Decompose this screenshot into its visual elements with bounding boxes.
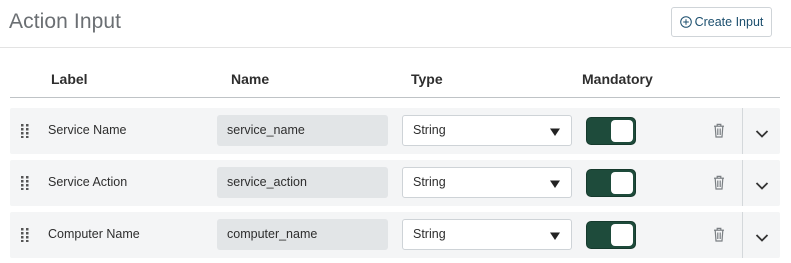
name-field[interactable]: service_name (217, 115, 388, 146)
table-row: Computer Name computer_name String (10, 212, 780, 258)
drag-handle-icon[interactable] (21, 176, 29, 190)
name-field[interactable]: service_action (217, 167, 388, 198)
table-row: Service Name service_name String (10, 108, 780, 154)
mandatory-toggle[interactable] (586, 117, 636, 145)
type-select-value: String (413, 123, 446, 137)
toggle-knob (611, 224, 633, 246)
row-divider (742, 108, 743, 154)
trash-icon[interactable] (713, 123, 725, 138)
chevron-down-icon[interactable] (755, 126, 769, 138)
column-header-name: Name (231, 71, 270, 87)
type-select-value: String (413, 175, 446, 189)
caret-down-icon (550, 126, 560, 136)
name-field[interactable]: computer_name (217, 219, 388, 250)
panel-header: Action Input Create Input (0, 0, 791, 48)
column-header-mandatory: Mandatory (582, 71, 653, 87)
chevron-down-icon[interactable] (755, 230, 769, 242)
caret-down-icon (550, 230, 560, 240)
create-input-button[interactable]: Create Input (671, 7, 772, 37)
mandatory-toggle[interactable] (586, 221, 636, 249)
create-input-label: Create Input (694, 15, 764, 29)
row-label: Computer Name (48, 227, 140, 241)
type-select[interactable]: String (402, 167, 572, 198)
mandatory-toggle[interactable] (586, 169, 636, 197)
table-row: Service Action service_action String (10, 160, 780, 206)
type-select[interactable]: String (402, 115, 572, 146)
trash-icon[interactable] (713, 175, 725, 190)
type-select-value: String (413, 227, 446, 241)
type-select[interactable]: String (402, 219, 572, 250)
header-divider (10, 97, 780, 98)
column-header-label: Label (51, 71, 88, 87)
toggle-knob (611, 120, 633, 142)
row-divider (742, 212, 743, 258)
caret-down-icon (550, 178, 560, 188)
page-title: Action Input (9, 10, 122, 33)
column-header-type: Type (411, 71, 443, 87)
plus-circle-icon (679, 16, 692, 28)
row-label: Service Name (48, 123, 127, 137)
row-divider (742, 160, 743, 206)
chevron-down-icon[interactable] (755, 178, 769, 190)
trash-icon[interactable] (713, 227, 725, 242)
toggle-knob (611, 172, 633, 194)
drag-handle-icon[interactable] (21, 124, 29, 138)
row-label: Service Action (48, 175, 128, 189)
drag-handle-icon[interactable] (21, 228, 29, 242)
